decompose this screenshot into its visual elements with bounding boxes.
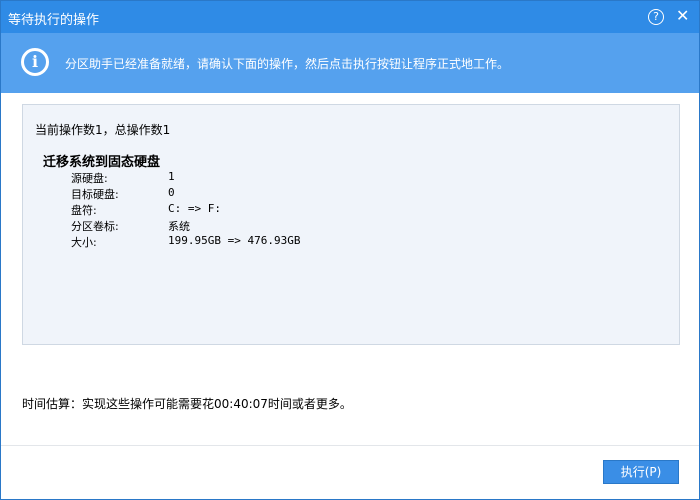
execute-button[interactable]: 执行(P): [603, 460, 679, 484]
row-value: C: => F:: [168, 202, 221, 215]
row-label: 目标硬盘:: [71, 188, 119, 201]
operation-title: 迁移系统到固态硬盘: [43, 155, 161, 170]
row-label: 分区卷标:: [71, 220, 119, 233]
row-value: 系统: [168, 220, 190, 233]
banner-text: 分区助手已经准备就绪，请确认下面的操作，然后点击执行按钮让程序正式地工作。: [65, 57, 510, 71]
row-label: 盘符:: [71, 204, 97, 217]
help-icon[interactable]: ?: [648, 9, 664, 25]
row-value: 0: [168, 186, 175, 199]
row-label: 源硬盘:: [71, 172, 108, 185]
row-label: 大小:: [71, 236, 97, 249]
row-value: 1: [168, 170, 175, 183]
info-icon: i: [21, 48, 49, 76]
row-value: 199.95GB => 476.93GB: [168, 234, 301, 247]
operations-panel: 当前操作数1，总操作数1 迁移系统到固态硬盘 源硬盘: 1 目标硬盘: 0 盘符…: [22, 104, 680, 345]
divider: [1, 445, 699, 446]
operation-count: 当前操作数1，总操作数1: [35, 123, 171, 137]
title-bar: 等待执行的操作 ? ✕: [1, 1, 699, 33]
close-icon[interactable]: ✕: [676, 6, 689, 25]
window-title: 等待执行的操作: [8, 13, 100, 28]
time-estimate: 时间估算：实现这些操作可能需要花00:40:07时间或者更多。: [22, 397, 352, 411]
info-banner: i 分区助手已经准备就绪，请确认下面的操作，然后点击执行按钮让程序正式地工作。: [1, 33, 699, 93]
